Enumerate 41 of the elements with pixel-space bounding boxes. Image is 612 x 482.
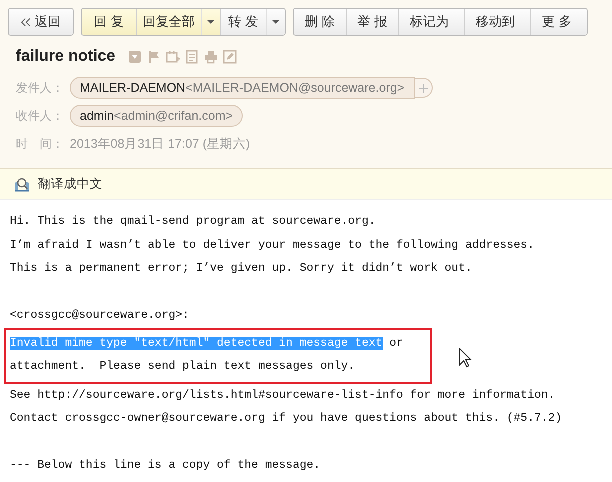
toolbar-button[interactable]: 转 发	[220, 9, 266, 35]
message-line: See http://sourceware.org/lists.html#sourceware-list-info for more information.	[10, 388, 556, 404]
message-line: Invalid mime type ″text/html″ detected in message text or	[10, 336, 404, 352]
back-button[interactable]: 返回	[9, 9, 73, 35]
message-line: This is a permanent error; I’ve given up. Sorry it didn’t work out.	[10, 261, 474, 277]
note-icon[interactable]	[184, 50, 199, 64]
calendar-add-icon[interactable]	[166, 50, 180, 64]
message-line: --- Below this line is a copy of the message.	[10, 458, 322, 474]
caret-icon	[207, 20, 215, 24]
message-line: <crossgcc@sourceware.org>:	[10, 308, 190, 324]
contact-chip[interactable]: MAILER-DAEMON<MAILER-DAEMON@sourceware.org>	[70, 77, 415, 99]
message-line: Hi. This is the qmail-send program at sourceware.org.	[10, 214, 377, 230]
dropdown-icon[interactable]	[128, 50, 142, 64]
mouse-cursor-icon	[459, 348, 472, 368]
field-label: 发件人：	[16, 80, 65, 96]
field-label: 收件人：	[16, 108, 65, 124]
contact-chip[interactable]: admin<admin@crifan.com>	[70, 105, 244, 127]
menu-button[interactable]: 更 多	[530, 9, 587, 35]
double-chevron-icon	[21, 18, 31, 26]
toolbar-button[interactable]: 回复全部	[136, 9, 201, 35]
message-line: I’m afraid I wasn’t able to deliver your message to the following addresses.	[10, 238, 536, 254]
menu-button[interactable]: 标记为	[398, 9, 464, 35]
toolbar-button[interactable]: 删 除	[294, 9, 346, 35]
menu-button[interactable]: 移动到	[464, 9, 530, 35]
message-line: Contact crossgcc-owner@sourceware.org if you have questions about this. (#5.7.2)	[10, 411, 564, 427]
dropdown-button[interactable]	[201, 9, 220, 35]
printer-icon[interactable]	[204, 50, 218, 64]
edit-icon[interactable]	[222, 50, 237, 64]
toolbar-button[interactable]: 举 报	[346, 9, 398, 35]
translate-link[interactable]: 翻译成中文	[38, 176, 103, 192]
add-contact-button[interactable]	[414, 78, 433, 98]
dropdown-button[interactable]	[266, 9, 285, 35]
translate-icon[interactable]	[14, 176, 30, 192]
plus-icon	[418, 84, 428, 92]
message-line: attachment. Please send plain text messages only.	[10, 359, 356, 375]
toolbar-button[interactable]: 回 复	[82, 9, 136, 35]
field-label: 时 间：	[16, 136, 65, 152]
caret-icon	[272, 20, 280, 24]
flag-icon[interactable]	[146, 50, 161, 64]
message-subject: failure notice	[16, 48, 116, 66]
date-value: 2013年08月31日 17:07 (星期六)	[70, 136, 250, 152]
